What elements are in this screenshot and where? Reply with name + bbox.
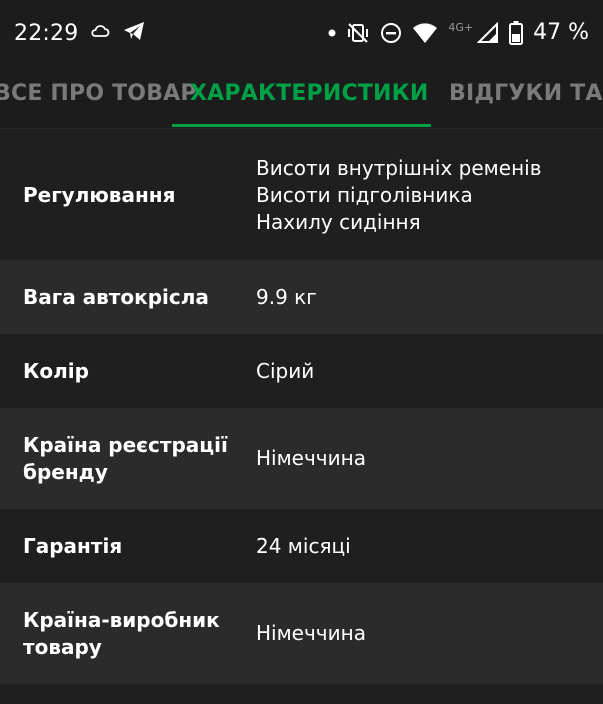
- status-time: 22:29: [14, 20, 79, 46]
- spec-row-adjustment: Регулювання Висоти внутрішніх ременів Ви…: [0, 130, 603, 260]
- spec-value: 9.9 кг: [256, 284, 596, 311]
- spec-value-line: 24 місяці: [256, 533, 351, 558]
- battery-icon: [509, 20, 524, 45]
- status-bar: 22:29 4G+ 47 %: [0, 0, 603, 70]
- notification-dot-icon: [328, 29, 336, 37]
- network-type-label: 4G+: [448, 21, 474, 34]
- spec-value-line: Німеччина: [256, 446, 366, 470]
- cloud-icon: [90, 23, 110, 43]
- spec-name: Колір: [23, 358, 89, 383]
- spec-row-manufacturer-country: Країна-виробник товару Німеччина: [0, 583, 603, 684]
- spec-row-brand-country: Країна реєстрації бренду Німеччина: [0, 408, 603, 509]
- spec-name: Гарантія: [23, 533, 123, 558]
- spec-value-line: Висоти внутрішніх ременів: [256, 155, 542, 180]
- tab-about-product[interactable]: ВСЕ ПРО ТОВАР: [0, 81, 197, 106]
- spec-value-line: Сірий: [256, 358, 315, 383]
- tab-specifications[interactable]: ХАРАКТЕРИСТИКИ: [190, 81, 428, 106]
- active-tab-indicator: [172, 124, 431, 127]
- spec-value: Висоти внутрішніх ременів Висоти підголі…: [256, 155, 596, 236]
- spec-name: Вага автокрісла: [23, 284, 209, 309]
- spec-row-next-partial: [0, 684, 603, 704]
- spec-name: Країна реєстрації бренду: [23, 432, 228, 484]
- vibrate-icon: [346, 21, 370, 45]
- spec-value: 24 місяці: [256, 533, 596, 560]
- battery-percent: 47 %: [533, 20, 589, 45]
- telegram-icon: [122, 20, 146, 46]
- status-right: 4G+ 47 %: [328, 20, 589, 45]
- spec-row-weight: Вага автокрісла 9.9 кг: [0, 260, 603, 334]
- spec-value: Сірий: [256, 358, 596, 385]
- spec-value: Німеччина: [256, 445, 596, 472]
- spec-value-line: Висоти підголівника: [256, 182, 473, 207]
- spec-value-line: Німеччина: [256, 621, 366, 645]
- tab-bar: ВСЕ ПРО ТОВАР ХАРАКТЕРИСТИКИ ВІДГУКИ ТА …: [0, 70, 603, 129]
- tab-reviews-questions[interactable]: ВІДГУКИ ТА ПИТАННЯ: [449, 81, 603, 106]
- spec-row-warranty: Гарантія 24 місяці: [0, 509, 603, 583]
- status-left: 22:29: [14, 20, 146, 46]
- spec-row-color: Колір Сірий: [0, 334, 603, 408]
- spec-name: Країна-виробник товару: [23, 607, 220, 659]
- spec-name: Регулювання: [23, 182, 176, 207]
- wifi-icon: [412, 22, 438, 44]
- signal-icon: [477, 21, 499, 44]
- spec-value-line: 9.9 кг: [256, 284, 317, 309]
- spec-value: Німеччина: [256, 620, 596, 647]
- spec-value-line: Нахилу сидіння: [256, 209, 421, 234]
- specifications-list: Регулювання Висоти внутрішніх ременів Ви…: [0, 130, 603, 704]
- do-not-disturb-icon: [380, 22, 402, 44]
